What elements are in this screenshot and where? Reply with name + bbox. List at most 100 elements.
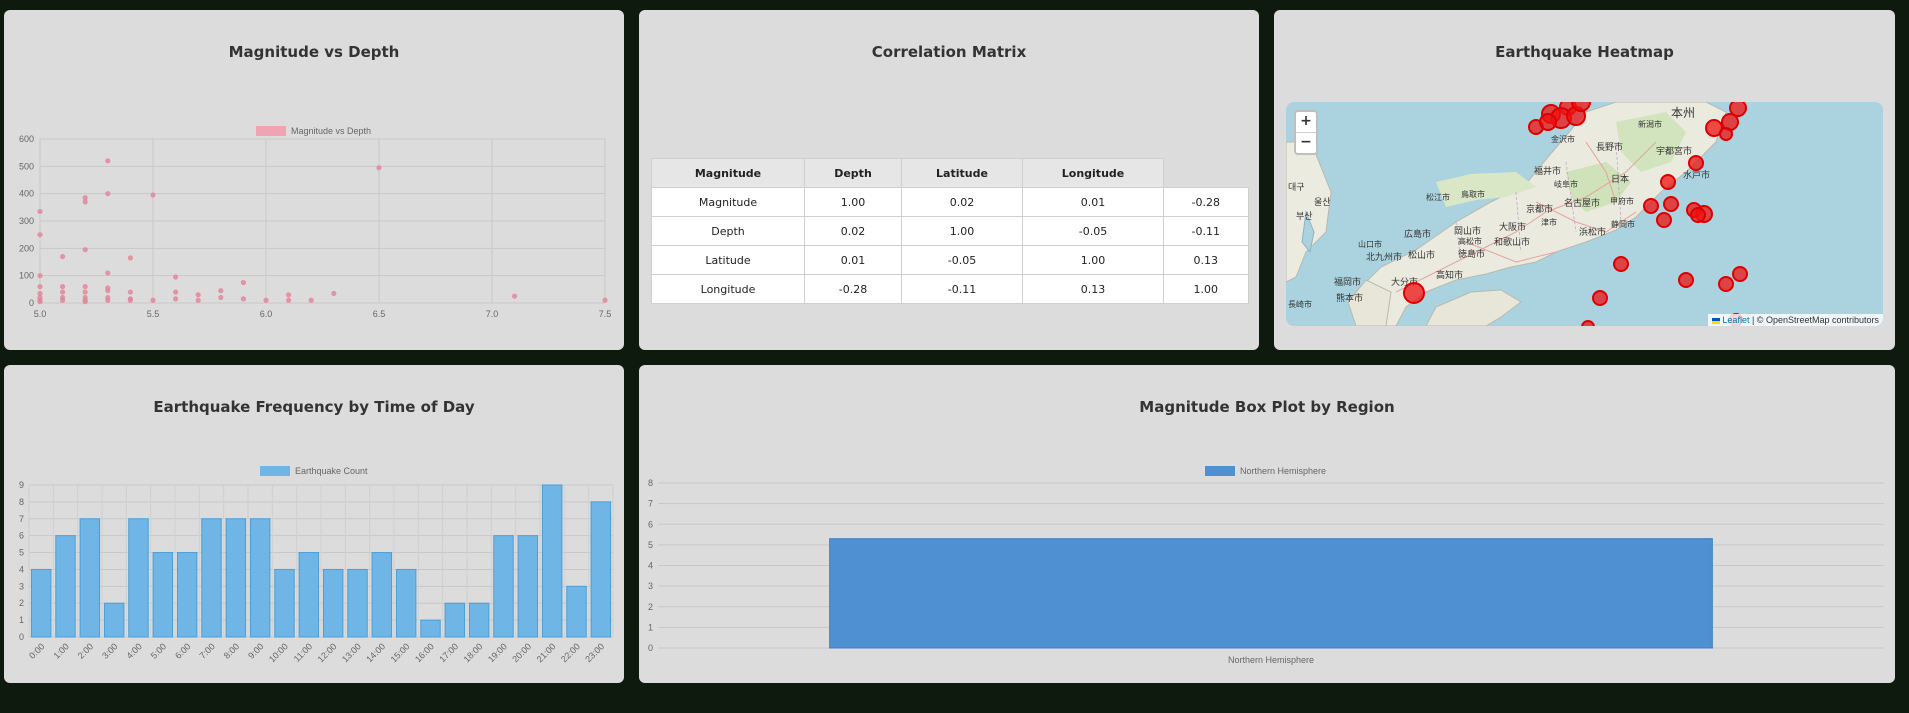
leaflet-link[interactable]: Leaflet — [1722, 315, 1749, 325]
data-point — [286, 297, 292, 303]
bar — [201, 518, 222, 638]
x-tick-label: 19:00 — [486, 641, 509, 664]
correlation-table: Magnitude Depth Latitude Longitude Magni… — [651, 158, 1249, 304]
label-gifu: 岐阜市 — [1554, 179, 1578, 189]
table-cell: 1.00 — [804, 187, 902, 217]
bar — [444, 602, 466, 638]
data-point — [105, 191, 111, 197]
table-row: Depth 0.02 1.00 -0.05 -0.11 — [651, 216, 1249, 246]
y-tick-label: 2 — [648, 602, 653, 612]
data-point — [240, 279, 246, 286]
bar — [322, 568, 344, 638]
data-point — [60, 297, 66, 303]
table-cell: -0.05 — [1022, 216, 1164, 246]
data-point — [512, 293, 518, 299]
header-magnitude: Magnitude — [651, 158, 805, 188]
table-cell: 0.13 — [1022, 274, 1164, 304]
data-point — [286, 292, 292, 298]
label-kofu: 甲府市 — [1610, 196, 1634, 206]
bar — [829, 538, 1713, 649]
y-tick-label: 5 — [19, 548, 24, 558]
data-point — [240, 296, 246, 302]
x-tick-label: 6.0 — [260, 309, 273, 319]
data-point — [602, 297, 608, 303]
attribution-separator: | © — [1749, 315, 1766, 325]
data-point — [173, 289, 179, 295]
y-tick-label: 4 — [648, 561, 653, 571]
x-tick-label: 7.5 — [599, 309, 612, 319]
quake-marker — [1678, 272, 1694, 288]
y-tick-label: 1 — [648, 622, 653, 632]
x-tick-label: 23:00 — [583, 641, 606, 664]
label-japan: 日本 — [1611, 173, 1629, 184]
bar — [103, 602, 125, 638]
label-niigata: 新潟市 — [1638, 119, 1662, 129]
frequency-chart[interactable]: 9 8 7 6 5 4 3 2 1 00:00 1:00 2:00 3:00 4:00 5:00 6:00 7:… — [4, 365, 624, 683]
quake-marker — [1732, 266, 1748, 282]
x-tick-label: 8:00 — [222, 641, 241, 660]
table-cell: 0.02 — [804, 216, 902, 246]
bar — [176, 552, 198, 638]
y-tick-label: 8 — [19, 497, 24, 507]
y-tick-label: 3 — [648, 581, 653, 591]
data-point — [105, 285, 111, 291]
x-tick-label: 2:00 — [76, 641, 95, 660]
map-title: Earthquake Heatmap — [1495, 43, 1674, 61]
label-honshu: 本州 — [1671, 106, 1695, 120]
y-tick-label: 9 — [19, 480, 24, 490]
scatter-chart[interactable]: 600 500 400 300 200 100 05.0 5.5 6.0 6.5 7.0 7.5 — [4, 10, 624, 350]
label-hamamatsu: 浜松市 — [1579, 226, 1606, 237]
y-tick-label: 200 — [19, 243, 34, 253]
quake-marker — [1660, 174, 1676, 190]
y-tick-label: 0 — [648, 643, 653, 653]
table-cell: -0.11 — [901, 274, 1023, 304]
y-tick-label: 7 — [19, 514, 24, 524]
map-attribution: Leaflet | © OpenStreetMap contributors — [1708, 314, 1883, 326]
zoom-out-button[interactable]: − — [1296, 132, 1316, 153]
table-cell: -0.28 — [804, 274, 902, 304]
data-point — [37, 284, 43, 290]
y-tick-label: 1 — [19, 615, 24, 625]
bar — [541, 484, 563, 638]
label-tottori: 鳥取市 — [1461, 189, 1485, 199]
x-tick-label: 5:00 — [149, 641, 168, 660]
scatter-card: Magnitude vs Depth Magnitude vs Depth 60… — [4, 10, 624, 350]
data-point — [37, 299, 43, 305]
row-label: Magnitude — [651, 187, 805, 217]
earthquake-map[interactable]: 本州 長野市 新潟市 宇都宮市 福井市 日本 水戸市 金沢市 岐阜市 鳥取市 松… — [1286, 102, 1883, 326]
data-point — [195, 292, 201, 298]
table-row: Magnitude 1.00 0.02 0.01 -0.28 — [651, 187, 1249, 217]
data-point — [105, 294, 111, 301]
x-tick-label: 7.0 — [486, 309, 499, 319]
label-ulsan: 울산 — [1314, 197, 1331, 207]
map-card: Earthquake Heatmap 本州 長野市 新潟市 宇都宮市 福井市 日… — [1274, 10, 1895, 350]
bar — [225, 518, 247, 638]
label-shizuoka: 静岡市 — [1611, 219, 1635, 229]
table-cell: 0.13 — [1163, 245, 1249, 275]
label-wakayama: 和歌山市 — [1494, 236, 1530, 247]
map-canvas[interactable]: 本州 長野市 新潟市 宇都宮市 福井市 日本 水戸市 金沢市 岐阜市 鳥取市 松… — [1286, 102, 1883, 326]
data-point — [331, 290, 337, 297]
data-point — [60, 289, 66, 295]
label-yamaguchi: 山口市 — [1358, 239, 1382, 249]
boxplot-chart[interactable]: 8 7 6 5 4 3 2 1 0 Northern Hemisphere — [639, 365, 1895, 683]
quake-marker — [1613, 256, 1629, 272]
label-takamatsu: 高松市 — [1458, 236, 1482, 246]
label-fukui: 福井市 — [1534, 165, 1561, 176]
x-tick-label: 5.0 — [34, 309, 47, 319]
bar — [249, 518, 271, 638]
x-tick-label: 6.5 — [373, 309, 386, 319]
data-point — [37, 273, 43, 279]
y-tick-label: 5 — [648, 540, 653, 550]
x-tick-label: 0:00 — [27, 641, 46, 660]
quake-marker — [1663, 196, 1679, 212]
y-tick-label: 400 — [19, 189, 34, 199]
data-point — [105, 270, 111, 276]
table-cell: 0.02 — [901, 187, 1023, 217]
bar — [517, 535, 539, 638]
zoom-control: + − — [1294, 110, 1318, 155]
zoom-in-button[interactable]: + — [1296, 112, 1316, 132]
data-point — [195, 297, 201, 303]
table-cell: -0.11 — [1163, 216, 1249, 246]
bar — [590, 501, 612, 638]
